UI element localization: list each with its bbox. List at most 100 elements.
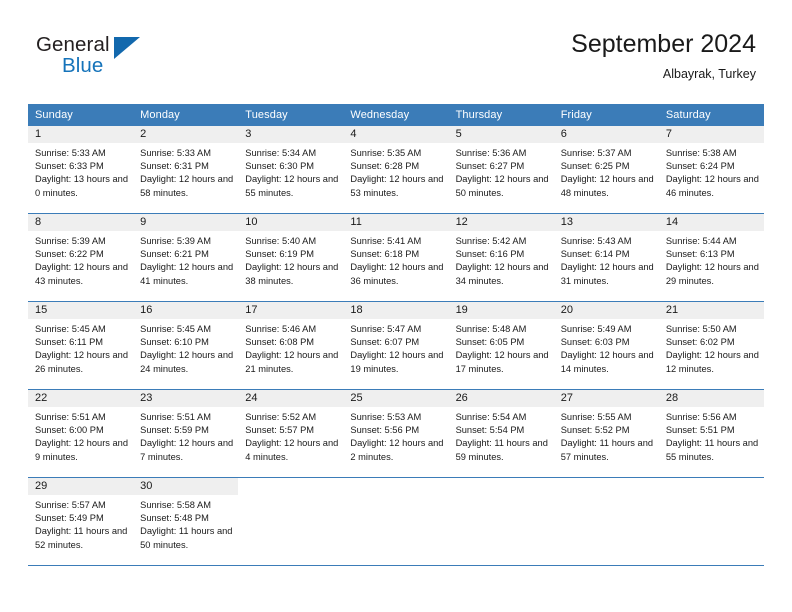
day-sun-info: Sunrise: 5:50 AM Sunset: 6:02 PM Daylight:…	[659, 319, 764, 376]
day-cell[interactable]: 26 Sunrise: 5:54 AM Sunset: 5:54 PM Dayligh…	[448, 390, 554, 477]
day-sun-info: Sunrise: 5:33 AM Sunset: 6:33 PM Daylight:…	[28, 143, 133, 200]
sunset-text: Sunset: 6:11 PM	[35, 337, 104, 348]
day-number: 12	[448, 214, 554, 231]
day-cell[interactable]: 22 Sunrise: 5:51 AM Sunset: 6:00 PM Dayligh…	[28, 390, 134, 477]
day-cell-empty	[659, 478, 764, 565]
calendar-week-row: 1 Sunrise: 5:33 AM Sunset: 6:33 PM Daylight…	[28, 126, 764, 213]
sunrise-text: Sunrise: 5:39 AM	[140, 236, 211, 246]
day-cell[interactable]: 14 Sunrise: 5:44 AM Sunset: 6:13 PM Dayligh…	[658, 214, 764, 301]
sunrise-text: Sunrise: 5:49 AM	[560, 324, 632, 334]
day-number: 24	[238, 390, 344, 407]
day-cell[interactable]: 30 Sunrise: 5:58 AM Sunset: 5:48 PM Dayligh…	[133, 478, 239, 565]
day-sun-info: Sunrise: 5:39 AM Sunset: 6:22 PM Daylight:…	[28, 231, 133, 288]
daylight-text: Daylight: 12 hours and 2 minutes.	[350, 438, 444, 462]
daylight-text: Daylight: 12 hours and 50 minutes.	[455, 174, 549, 198]
day-number: 13	[553, 214, 659, 231]
day-cell[interactable]: 23 Sunrise: 5:51 AM Sunset: 5:59 PM Dayligh…	[133, 390, 239, 477]
daylight-text: Daylight: 12 hours and 43 minutes.	[35, 262, 129, 286]
day-sun-info: Sunrise: 5:53 AM Sunset: 5:56 PM Daylight:…	[343, 407, 448, 464]
day-sun-info: Sunrise: 5:48 AM Sunset: 6:05 PM Daylight:…	[449, 319, 554, 376]
page-header: General Blue September 2024 Albayrak, Tu…	[0, 0, 792, 100]
day-cell[interactable]: 3 Sunrise: 5:34 AM Sunset: 6:30 PM Daylight…	[238, 126, 344, 213]
day-number: 11	[343, 214, 449, 231]
sunrise-text: Sunrise: 5:43 AM	[560, 236, 632, 246]
day-cell[interactable]: 8 Sunrise: 5:39 AM Sunset: 6:22 PM Daylight…	[28, 214, 134, 301]
sunset-text: Sunset: 6:14 PM	[560, 249, 630, 260]
day-cell[interactable]: 20 Sunrise: 5:49 AM Sunset: 6:03 PM Dayligh…	[553, 302, 659, 389]
day-cell[interactable]: 7 Sunrise: 5:38 AM Sunset: 6:24 PM Daylight…	[658, 126, 764, 213]
sunrise-text: Sunrise: 5:46 AM	[245, 324, 317, 334]
day-cell[interactable]: 19 Sunrise: 5:48 AM Sunset: 6:05 PM Dayligh…	[448, 302, 554, 389]
day-cell[interactable]: 17 Sunrise: 5:46 AM Sunset: 6:08 PM Dayligh…	[238, 302, 344, 389]
sunrise-text: Sunrise: 5:36 AM	[455, 148, 527, 158]
day-sun-info: Sunrise: 5:44 AM Sunset: 6:13 PM Daylight:…	[659, 231, 764, 288]
day-cell[interactable]: 21 Sunrise: 5:50 AM Sunset: 6:02 PM Dayligh…	[658, 302, 764, 389]
sunset-text: Sunset: 5:57 PM	[245, 425, 315, 436]
day-cell[interactable]: 2 Sunrise: 5:33 AM Sunset: 6:31 PM Daylight…	[133, 126, 239, 213]
sunrise-text: Sunrise: 5:37 AM	[560, 148, 632, 158]
weekday-header-friday: Friday	[560, 109, 592, 121]
day-number: 29	[28, 478, 134, 495]
sunset-text: Sunset: 5:49 PM	[35, 513, 104, 524]
day-cell[interactable]: 16 Sunrise: 5:45 AM Sunset: 6:10 PM Dayligh…	[133, 302, 239, 389]
day-cell[interactable]: 15 Sunrise: 5:45 AM Sunset: 6:11 PM Dayligh…	[28, 302, 134, 389]
sunrise-text: Sunrise: 5:53 AM	[350, 412, 422, 422]
day-cell[interactable]: 18 Sunrise: 5:47 AM Sunset: 6:07 PM Dayligh…	[343, 302, 449, 389]
calendar-grid: Sunday Monday Tuesday Wednesday Thursday Frid…	[28, 104, 764, 566]
day-cell[interactable]: 1 Sunrise: 5:33 AM Sunset: 6:33 PM Daylight…	[28, 126, 134, 213]
sunset-text: Sunset: 6:24 PM	[665, 161, 735, 172]
sunset-text: Sunset: 6:21 PM	[140, 249, 209, 260]
sunset-text: Sunset: 6:18 PM	[350, 249, 420, 260]
daylight-text: Daylight: 12 hours and 38 minutes.	[245, 262, 339, 286]
day-sun-info: Sunrise: 5:54 AM Sunset: 5:54 PM Daylight:…	[449, 407, 554, 464]
day-sun-info: Sunrise: 5:36 AM Sunset: 6:27 PM Daylight:…	[449, 143, 554, 200]
day-sun-info: Sunrise: 5:52 AM Sunset: 5:57 PM Daylight:…	[238, 407, 343, 464]
day-cell[interactable]: 24 Sunrise: 5:52 AM Sunset: 5:57 PM Dayligh…	[238, 390, 344, 477]
day-cell[interactable]: 29 Sunrise: 5:57 AM Sunset: 5:49 PM Dayligh…	[28, 478, 134, 565]
day-sun-info: Sunrise: 5:37 AM Sunset: 6:25 PM Daylight:…	[554, 143, 659, 200]
day-cell[interactable]: 12 Sunrise: 5:42 AM Sunset: 6:16 PM Dayligh…	[448, 214, 554, 301]
daylight-text: Daylight: 12 hours and 46 minutes.	[665, 174, 759, 198]
sunrise-text: Sunrise: 5:44 AM	[665, 236, 737, 246]
daylight-text: Daylight: 12 hours and 29 minutes.	[665, 262, 759, 286]
sunrise-text: Sunrise: 5:48 AM	[455, 324, 527, 334]
day-sun-info: Sunrise: 5:41 AM Sunset: 6:18 PM Daylight:…	[343, 231, 448, 288]
day-cell[interactable]: 11 Sunrise: 5:41 AM Sunset: 6:18 PM Dayligh…	[343, 214, 449, 301]
daylight-text: Daylight: 12 hours and 48 minutes.	[560, 174, 654, 198]
daylight-text: Daylight: 11 hours and 55 minutes.	[665, 438, 759, 462]
day-number: 1	[28, 126, 134, 143]
sunset-text: Sunset: 5:59 PM	[140, 425, 209, 436]
day-number	[238, 478, 343, 495]
day-cell[interactable]: 9 Sunrise: 5:39 AM Sunset: 6:21 PM Daylight…	[133, 214, 239, 301]
calendar-week-row: 15 Sunrise: 5:45 AM Sunset: 6:11 PM Dayligh…	[28, 301, 764, 389]
sunset-text: Sunset: 5:52 PM	[560, 425, 630, 436]
day-sun-info: Sunrise: 5:47 AM Sunset: 6:07 PM Daylight:…	[343, 319, 448, 376]
sunset-text: Sunset: 6:03 PM	[560, 337, 630, 348]
day-cell[interactable]: 25 Sunrise: 5:53 AM Sunset: 5:56 PM Dayligh…	[343, 390, 449, 477]
day-number	[554, 478, 659, 495]
day-cell[interactable]: 10 Sunrise: 5:40 AM Sunset: 6:19 PM Dayligh…	[238, 214, 344, 301]
daylight-text: Daylight: 11 hours and 57 minutes.	[560, 438, 654, 462]
logo-text-blue: Blue	[62, 54, 104, 77]
day-sun-info: Sunrise: 5:46 AM Sunset: 6:08 PM Daylight:…	[238, 319, 343, 376]
day-cell[interactable]: 6 Sunrise: 5:37 AM Sunset: 6:25 PM Daylight…	[553, 126, 659, 213]
weekday-header-row: Sunday Monday Tuesday Wednesday Thursday Frid…	[28, 104, 764, 126]
sunrise-text: Sunrise: 5:45 AM	[140, 324, 211, 334]
sunrise-text: Sunrise: 5:56 AM	[665, 412, 737, 422]
day-number: 15	[28, 302, 134, 319]
day-number: 17	[238, 302, 344, 319]
day-cell[interactable]: 28 Sunrise: 5:56 AM Sunset: 5:51 PM Dayligh…	[658, 390, 764, 477]
sunrise-text: Sunrise: 5:51 AM	[35, 412, 106, 422]
sunset-text: Sunset: 6:33 PM	[35, 161, 104, 172]
day-sun-info: Sunrise: 5:58 AM Sunset: 5:48 PM Daylight:…	[133, 495, 238, 552]
day-number: 21	[658, 302, 764, 319]
weekday-header-saturday: Saturday	[665, 109, 711, 121]
day-number	[659, 478, 764, 495]
sunrise-text: Sunrise: 5:50 AM	[665, 324, 737, 334]
day-sun-info: Sunrise: 5:39 AM Sunset: 6:21 PM Daylight:…	[133, 231, 238, 288]
daylight-text: Daylight: 11 hours and 52 minutes.	[35, 526, 128, 550]
day-cell[interactable]: 4 Sunrise: 5:35 AM Sunset: 6:28 PM Daylight…	[343, 126, 449, 213]
day-cell[interactable]: 5 Sunrise: 5:36 AM Sunset: 6:27 PM Daylight…	[448, 126, 554, 213]
day-cell[interactable]: 13 Sunrise: 5:43 AM Sunset: 6:14 PM Dayligh…	[553, 214, 659, 301]
day-cell[interactable]: 27 Sunrise: 5:55 AM Sunset: 5:52 PM Dayligh…	[553, 390, 659, 477]
